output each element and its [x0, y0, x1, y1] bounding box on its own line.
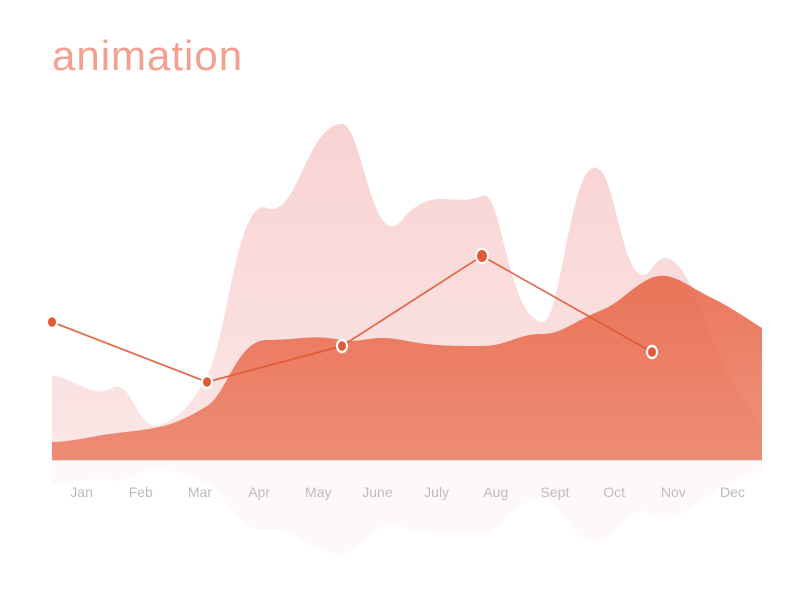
- page-container: animation: [0, 0, 800, 600]
- chart-svg: [52, 100, 762, 460]
- chart-reflection: [52, 460, 762, 560]
- dot-may: [337, 340, 347, 352]
- dot-nov: [647, 346, 657, 358]
- dot-mar: [202, 376, 212, 388]
- chart-area: Jan Feb Mar Apr May June July Aug Sept O…: [52, 100, 762, 460]
- dot-jan: [47, 316, 57, 328]
- page-title: animation: [52, 32, 243, 80]
- dot-july: [476, 249, 488, 263]
